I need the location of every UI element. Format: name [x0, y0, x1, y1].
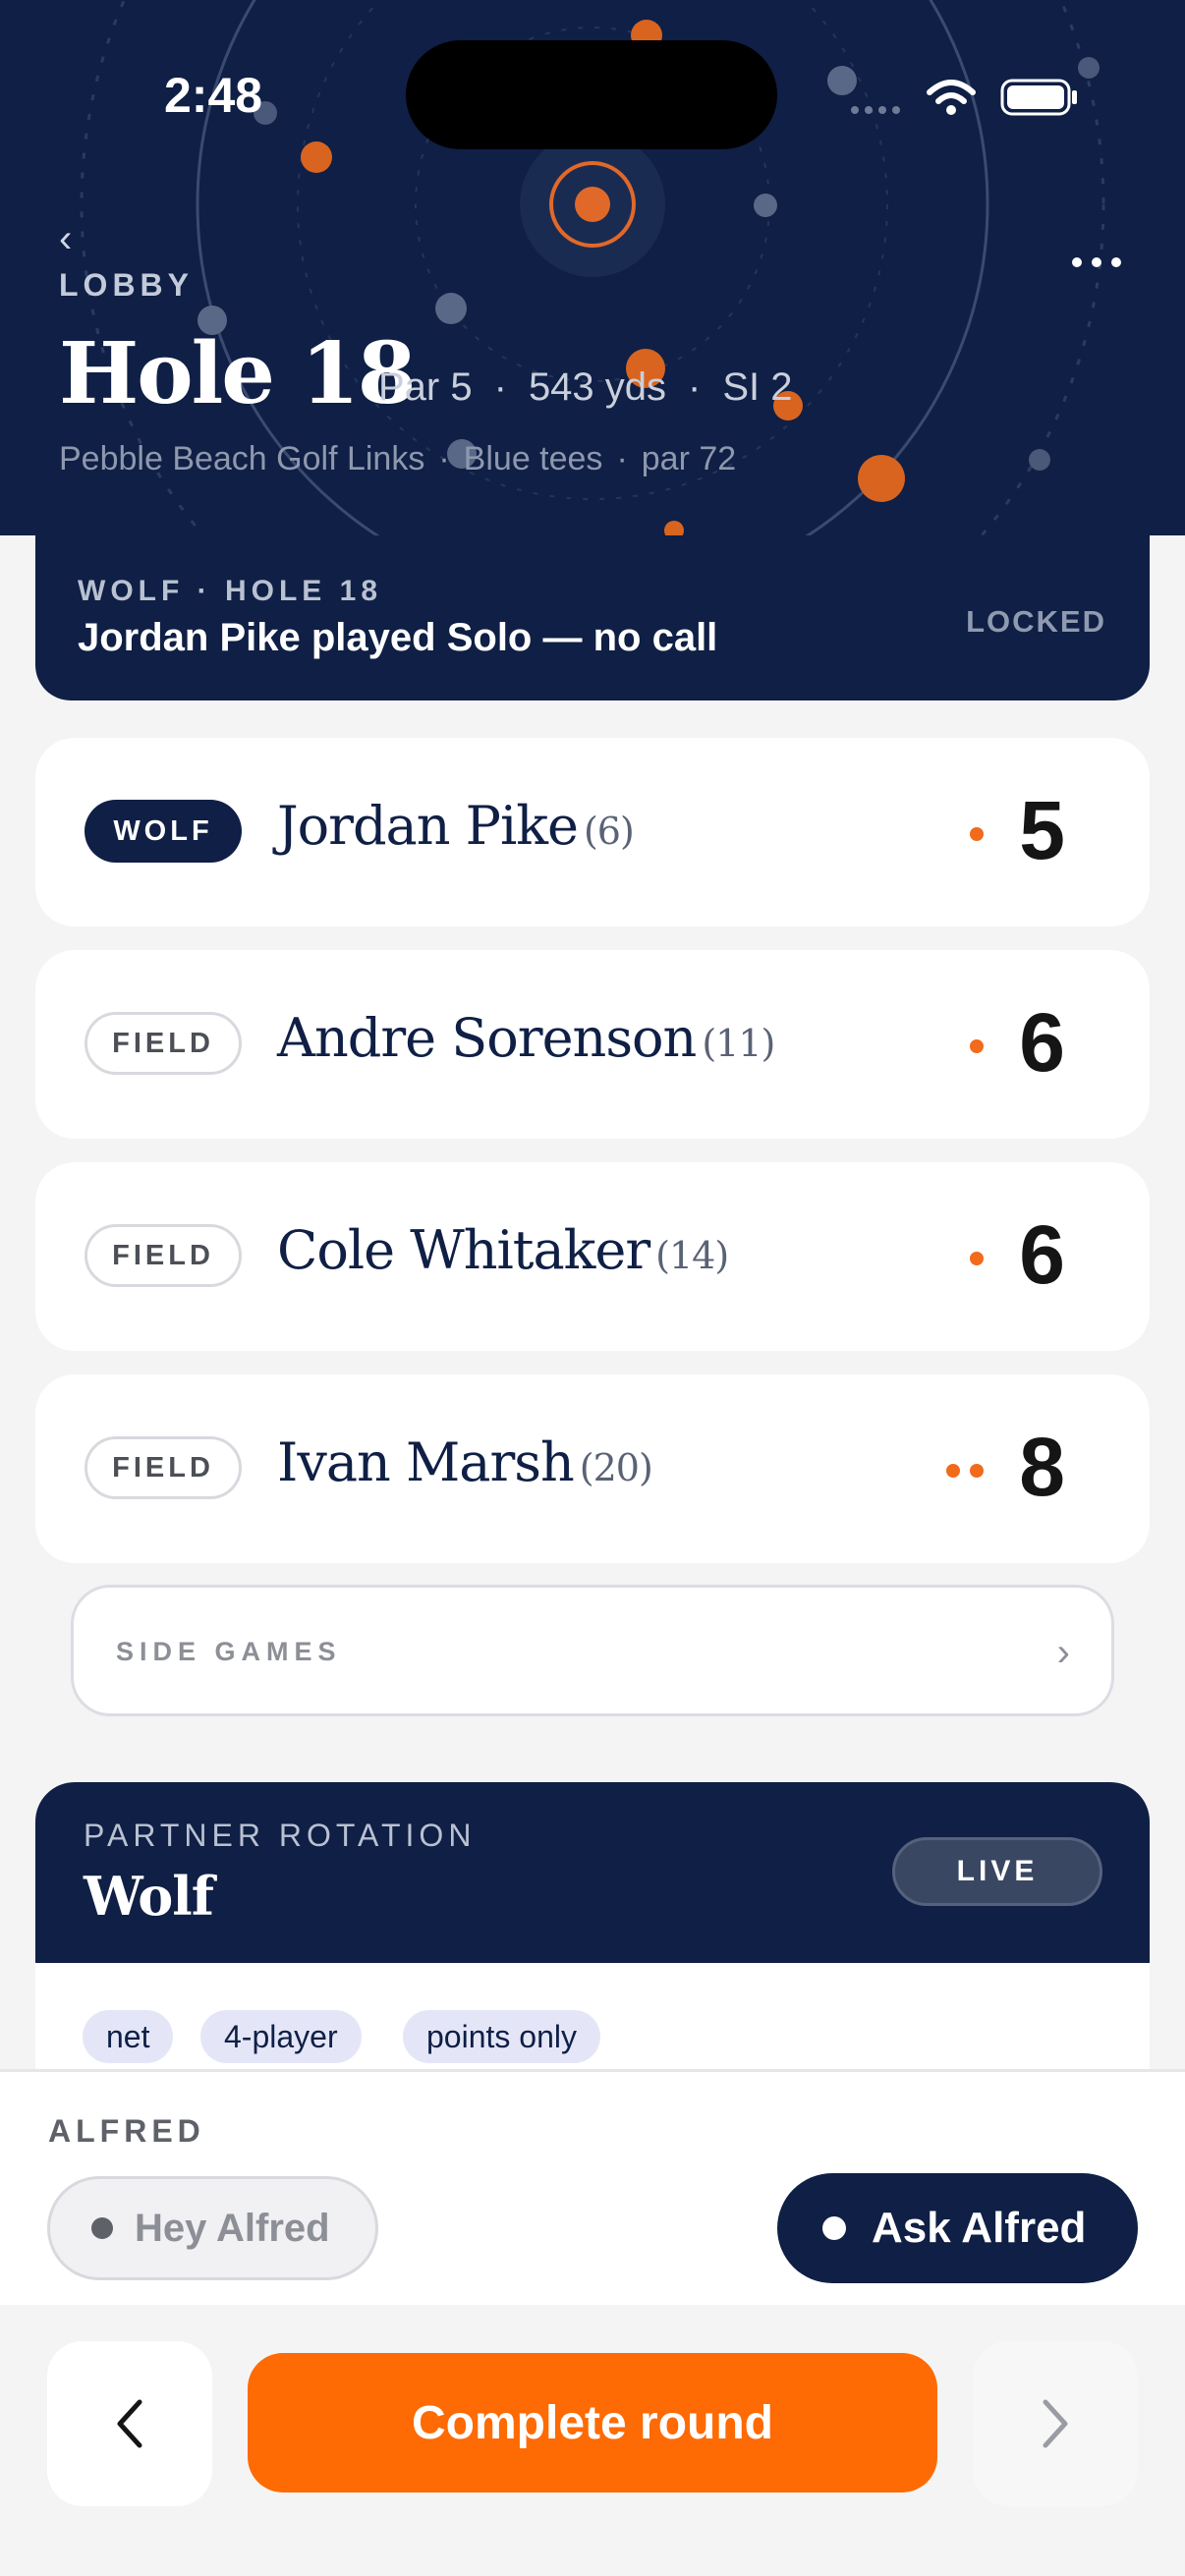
- player-score[interactable]: 5: [1019, 783, 1065, 878]
- player-name-text: Jordan Pike: [277, 795, 579, 857]
- player-handicap: (6): [583, 810, 635, 853]
- previous-hole-button[interactable]: [47, 2341, 212, 2506]
- status-icons: [851, 79, 1077, 116]
- player-name: Ivan Marsh (20): [277, 1431, 653, 1493]
- game-tag: net: [83, 2010, 174, 2063]
- game-tag: 4-player: [200, 2010, 362, 2063]
- stroke-dot: [946, 1464, 960, 1478]
- hole-header: 2:48 ‹ LOBBY Hole 18 Par 5 · 543 yds · SI 2 …: [0, 0, 1185, 535]
- player-name-text: Ivan Marsh: [277, 1431, 575, 1493]
- ask-alfred-label: Ask Alfred: [872, 2204, 1087, 2252]
- game-format-title: Wolf: [84, 1865, 214, 1928]
- next-hole-button[interactable]: [973, 2341, 1138, 2506]
- role-badge-field: FIELD: [85, 1436, 242, 1499]
- hole-stroke-index: SI 2: [722, 365, 793, 409]
- partner-rotation-header: PARTNER ROTATION Wolf LIVE: [35, 1782, 1150, 1963]
- live-badge: LIVE: [892, 1837, 1102, 1906]
- chevron-left-icon: [117, 2399, 142, 2448]
- player-name-text: Cole Whitaker: [277, 1219, 650, 1281]
- player-score[interactable]: 8: [1019, 1420, 1065, 1515]
- wolf-banner-kicker: WOLF · HOLE 18: [78, 575, 382, 607]
- hey-alfred-label: Hey Alfred: [135, 2206, 330, 2250]
- stroke-dot: [970, 1464, 984, 1478]
- player-name: Cole Whitaker (14): [277, 1219, 729, 1281]
- meta-separator: ·: [493, 365, 507, 409]
- player-name-text: Andre Sorenson: [277, 1007, 697, 1069]
- course-info: Pebble Beach Golf Links · Blue tees · par 72: [59, 440, 736, 478]
- status-time: 2:48: [164, 68, 263, 123]
- player-score[interactable]: 6: [1019, 1207, 1065, 1303]
- stroke-dot: [970, 1252, 984, 1265]
- player-card[interactable]: WOLF Jordan Pike (6) 5: [35, 738, 1150, 926]
- tee-set: Blue tees: [463, 440, 603, 477]
- more-options-icon[interactable]: [1069, 248, 1124, 277]
- stroke-dot: [970, 1039, 984, 1053]
- back-to-lobby-link[interactable]: LOBBY: [59, 267, 194, 304]
- player-name: Andre Sorenson (11): [277, 1007, 775, 1069]
- game-tags: net 4-player points only: [35, 1963, 1150, 2071]
- role-badge-field: FIELD: [85, 1012, 242, 1075]
- back-chevron-icon[interactable]: ‹: [59, 218, 88, 259]
- player-score[interactable]: 6: [1019, 995, 1065, 1091]
- alfred-assistant-panel: ALFRED Hey Alfred Ask Alfred: [0, 2069, 1185, 2305]
- mic-dot-icon: [822, 2216, 846, 2240]
- stroke-dots: [970, 827, 984, 841]
- game-tag: points only: [403, 2010, 600, 2063]
- stroke-dots: [970, 1039, 984, 1053]
- role-badge-field: FIELD: [85, 1224, 242, 1287]
- side-games-row[interactable]: SIDE GAMES ›: [71, 1585, 1114, 1716]
- complete-round-button[interactable]: Complete round: [248, 2353, 937, 2492]
- player-handicap: (11): [702, 1022, 775, 1065]
- player-card[interactable]: FIELD Andre Sorenson (11) 6: [35, 950, 1150, 1139]
- side-games-label: SIDE GAMES: [116, 1637, 342, 1666]
- player-card[interactable]: FIELD Cole Whitaker (14) 6: [35, 1162, 1150, 1351]
- hole-meta: Par 5 · 543 yds · SI 2: [378, 365, 793, 410]
- player-name: Jordan Pike (6): [277, 795, 635, 857]
- player-handicap: (20): [579, 1446, 653, 1489]
- role-badge-wolf: WOLF: [85, 800, 242, 863]
- hey-alfred-button[interactable]: Hey Alfred: [47, 2176, 378, 2280]
- chevron-right-icon: ›: [1056, 1631, 1070, 1674]
- wolf-banner-headline: Jordan Pike played Solo — no call: [78, 616, 718, 659]
- mic-dot-icon: [91, 2217, 113, 2239]
- ask-alfred-button[interactable]: Ask Alfred: [777, 2173, 1138, 2283]
- course-par: par 72: [641, 440, 737, 477]
- wifi-icon: [927, 80, 976, 104]
- meta-separator: ·: [616, 440, 628, 477]
- chevron-right-icon: [1043, 2399, 1068, 2448]
- meta-separator: ·: [438, 440, 450, 477]
- hole-yardage: 543 yds: [528, 365, 667, 409]
- stroke-dots: [946, 1464, 984, 1478]
- player-card[interactable]: FIELD Ivan Marsh (20) 8: [35, 1374, 1150, 1563]
- stroke-dots: [970, 1252, 984, 1265]
- meta-separator: ·: [688, 365, 702, 409]
- course-name: Pebble Beach Golf Links: [59, 440, 425, 477]
- hole-title: Hole 18: [59, 324, 417, 423]
- locked-status: LOCKED: [966, 604, 1106, 639]
- stroke-dot: [970, 827, 984, 841]
- player-handicap: (14): [655, 1234, 729, 1277]
- battery-icon: [1000, 79, 1077, 116]
- wolf-call-banner: WOLF · HOLE 18 Jordan Pike played Solo —…: [35, 535, 1150, 700]
- partner-rotation-kicker: PARTNER ROTATION: [84, 1818, 477, 1853]
- hole-par: Par 5: [378, 365, 473, 409]
- alfred-title: ALFRED: [48, 2113, 205, 2149]
- dynamic-island: [406, 40, 777, 149]
